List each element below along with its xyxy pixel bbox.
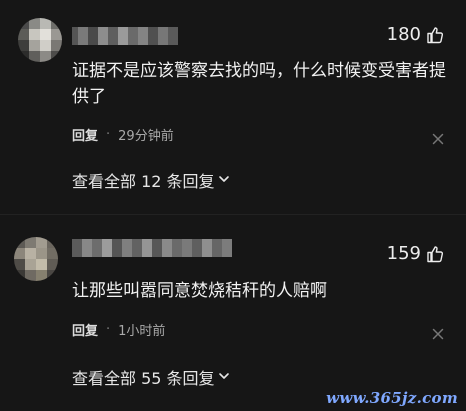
view-all-replies-button[interactable]: 查看全部 12 条回复 [72, 168, 231, 192]
like-count: 159 [386, 243, 421, 264]
meta-separator: · [106, 322, 111, 337]
comment-item: 180 证据不是应该警察去找的吗，什么时候变受害者提供了 回复 · 29分钟前 … [0, 0, 466, 205]
comment-meta: 回复 · 29分钟前 [72, 125, 174, 144]
thumbs-up-icon [426, 245, 444, 263]
username-blurred[interactable] [72, 239, 232, 257]
meta-separator: · [106, 127, 111, 142]
chevron-down-icon [217, 171, 231, 190]
chevron-down-icon [217, 368, 231, 387]
comment-time: 1小时前 [118, 324, 166, 339]
reply-button[interactable]: 回复 [72, 320, 98, 339]
avatar[interactable] [18, 18, 62, 62]
like-button[interactable]: 159 [387, 243, 444, 264]
view-all-replies-label: 查看全部 12 条回复 [72, 172, 215, 191]
reply-button[interactable]: 回复 [72, 125, 98, 144]
close-icon[interactable] [432, 325, 444, 340]
like-count: 180 [386, 24, 421, 45]
view-all-replies-button[interactable]: 查看全部 55 条回复 [72, 365, 231, 389]
comment-time: 29分钟前 [118, 129, 174, 144]
close-icon[interactable] [432, 130, 444, 145]
watermark: www.365jz.com [326, 389, 458, 407]
username-blurred[interactable] [72, 27, 178, 45]
comment-meta: 回复 · 1小时前 [72, 320, 165, 339]
view-all-replies-label: 查看全部 55 条回复 [72, 369, 215, 388]
like-button[interactable]: 180 [387, 24, 444, 45]
comment-text: 证据不是应该警察去找的吗，什么时候变受害者提供了 [72, 61, 446, 107]
thumbs-up-icon [426, 26, 444, 44]
comment-item: 159 让那些叫嚣同意焚烧秸秆的人赔啊 回复 · 1小时前 查看全部 55 条回… [0, 215, 466, 411]
comment-text: 让那些叫嚣同意焚烧秸秆的人赔啊 [72, 281, 327, 301]
avatar[interactable] [14, 237, 58, 281]
